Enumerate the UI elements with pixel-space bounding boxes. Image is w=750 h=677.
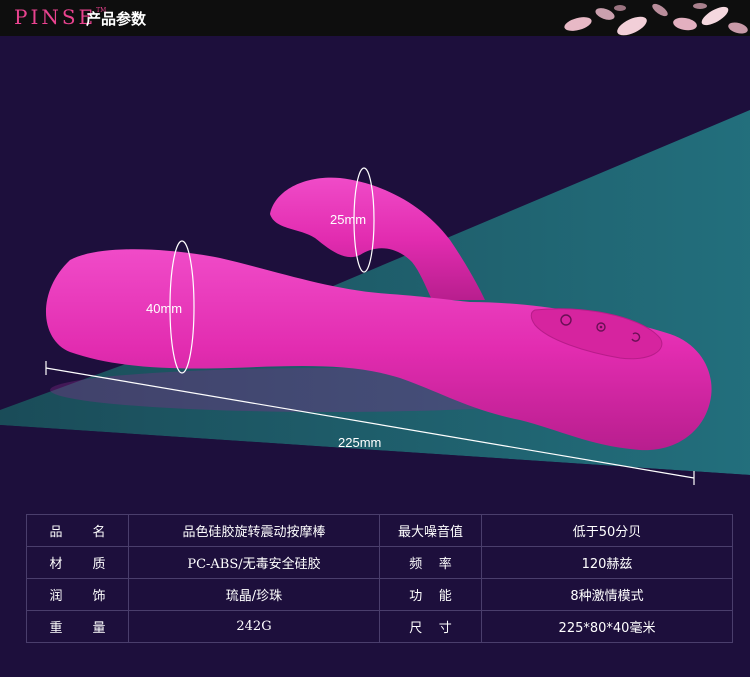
spec-table: 品名 品色硅胶旋转震动按摩棒 最大噪音值 低于50分贝 材质 PC-ABS/无毒… <box>26 514 733 643</box>
spec-label: 材质 <box>26 546 129 579</box>
spec-label: 功 能 <box>379 578 482 611</box>
spec-label: 品名 <box>26 514 129 547</box>
table-row: 品名 品色硅胶旋转震动按摩棒 最大噪音值 低于50分贝 <box>26 514 733 547</box>
petals-decoration-icon <box>564 3 748 36</box>
table-row: 材质 PC-ABS/无毒安全硅胶 频 率 120赫兹 <box>26 546 733 579</box>
length-label: 225mm <box>338 435 381 450</box>
spec-value: 120赫兹 <box>481 546 733 579</box>
spec-value: 242G <box>128 610 380 643</box>
spec-label: 润饰 <box>26 578 129 611</box>
body-diameter-label: 40mm <box>146 301 182 316</box>
tip-diameter-label: 25mm <box>330 212 366 227</box>
spec-value: 琉晶/珍珠 <box>128 578 380 611</box>
spec-value: PC-ABS/无毒安全硅胶 <box>128 546 380 579</box>
spec-label: 重量 <box>26 610 129 643</box>
page-title: 产品参数 <box>86 10 147 28</box>
spec-label: 频 率 <box>379 546 482 579</box>
spec-label: 尺 寸 <box>379 610 482 643</box>
table-row: 润饰 琉晶/珍珠 功 能 8种激情模式 <box>26 578 733 611</box>
product-illustration: 25mm 40mm 225mm <box>0 110 750 504</box>
header-bar: PINSETM 产品参数 <box>0 0 750 36</box>
spec-value: 低于50分贝 <box>481 514 733 547</box>
spec-value: 225*80*40毫米 <box>481 610 733 643</box>
table-row: 重量 242G 尺 寸 225*80*40毫米 <box>26 610 733 643</box>
spec-value: 品色硅胶旋转震动按摩棒 <box>128 514 380 547</box>
spec-label: 最大噪音值 <box>379 514 482 547</box>
spec-value: 8种激情模式 <box>481 578 733 611</box>
